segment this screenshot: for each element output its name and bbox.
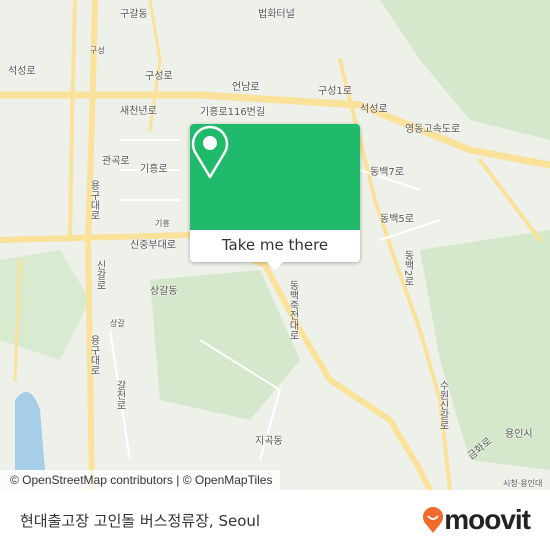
map-label: 동백2로: [402, 250, 413, 287]
map-label: 시청·용인대: [503, 479, 543, 488]
map-label: 구성1로: [318, 86, 352, 97]
map-attribution[interactable]: © OpenStreetMap contributors | © OpenMap…: [0, 470, 281, 490]
moovit-logo[interactable]: moovit: [422, 504, 531, 536]
map[interactable]: 석성로 구성 구성로 언남로 새천년로 기흥로116번길 구성1로 석성로 영동…: [0, 0, 550, 490]
map-label: 상갈: [110, 319, 125, 328]
map-label: 갈천로: [114, 380, 125, 410]
map-label: 구성: [90, 46, 105, 55]
map-pin-icon: [191, 125, 229, 179]
map-label: 상갈동: [150, 286, 178, 297]
map-label: 용인시: [505, 429, 533, 440]
map-label: 석성로: [360, 104, 388, 115]
take-me-there-button[interactable]: Take me there: [190, 230, 360, 262]
moovit-pin-icon: [423, 507, 444, 533]
map-label: 동백5로: [380, 214, 414, 225]
map-label: 석성로: [8, 66, 36, 77]
map-label: 신중부대로: [130, 240, 176, 251]
map-label: 영동고속도로: [405, 124, 461, 135]
map-label: 법화터널: [258, 9, 295, 20]
map-label: 관곡로: [102, 156, 130, 167]
map-label: 수원신갈로: [437, 380, 448, 430]
map-label: 기흥: [155, 219, 170, 228]
map-label: 신갈로: [94, 260, 105, 290]
map-label: 용구대로: [88, 180, 99, 220]
footer: 현대출고장 고인돌 버스정류장, Seoul moovit: [0, 490, 550, 550]
moovit-logo-text: moovit: [444, 504, 531, 535]
map-label: 용구대로: [88, 335, 99, 375]
map-label: 동백죽전대로: [287, 280, 298, 340]
location-popup: Take me there: [190, 124, 360, 270]
map-label: 구성로: [145, 71, 173, 82]
map-label: 기흥로: [140, 164, 168, 175]
popup-pointer: [267, 262, 283, 270]
popup-header: [190, 124, 360, 230]
stop-title: 현대출고장 고인돌 버스정류장, Seoul: [20, 512, 261, 530]
map-label: 지곡동: [255, 436, 283, 447]
map-label: 동백7로: [370, 167, 404, 178]
map-label: 새천년로: [120, 106, 157, 117]
map-label: 언남로: [232, 82, 260, 93]
map-label: 구갈동: [120, 9, 148, 20]
map-label: 기흥로116번길: [200, 107, 266, 118]
